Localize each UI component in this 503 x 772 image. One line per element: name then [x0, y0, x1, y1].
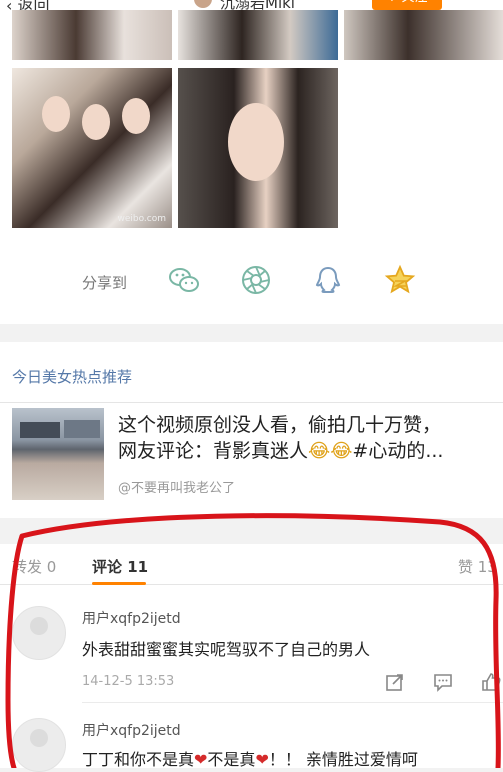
- heart-icon: ❤: [194, 750, 208, 769]
- photo-face: [82, 104, 110, 140]
- photo-face: [228, 103, 284, 181]
- avatar[interactable]: [12, 718, 66, 772]
- hot-item-line1: 这个视频原创没人看，偷拍几十万赞，: [118, 414, 442, 436]
- avatar[interactable]: [12, 606, 66, 660]
- section-divider: [0, 324, 503, 342]
- hot-item-source[interactable]: @不要再叫我老公了: [118, 477, 235, 496]
- qzone-icon[interactable]: [384, 264, 416, 296]
- hot-item-line2: 网友评论：背影真迷人😂😂#心动的...: [118, 438, 494, 464]
- tab-likes[interactable]: 赞 13: [458, 556, 497, 577]
- top-bar: ‹ 返回 沉溺岩Miki + 关注: [0, 0, 503, 10]
- photo-face: [122, 98, 150, 134]
- photo-thumbnail[interactable]: weibo.com: [12, 68, 172, 228]
- active-tab-indicator: [92, 582, 146, 585]
- share-label: 分享到: [82, 274, 128, 292]
- comment-item: 用户xqfp2ijetd 丁丁和你不是真❤不是真❤！！ 亲情胜过爱情呵: [0, 706, 503, 772]
- photo-watermark: weibo.com: [117, 214, 166, 224]
- follow-button[interactable]: + 关注: [372, 0, 442, 10]
- comment-text: 丁丁和你不是真❤不是真❤！！ 亲情胜过爱情呵: [82, 746, 418, 770]
- comment-text: 外表甜甜蜜蜜其实呢驾驭不了自己的男人: [82, 640, 371, 659]
- photo-grid: weibo.com: [0, 10, 503, 234]
- heart-icon: ❤: [255, 750, 269, 769]
- comment-timestamp: 14-12-5 13:53: [82, 674, 175, 689]
- photo-thumbnail[interactable]: [178, 10, 338, 60]
- thumbnail-car: [20, 422, 60, 438]
- divider: [82, 702, 503, 703]
- tab-repost[interactable]: 转发 0: [12, 556, 56, 577]
- comment-item: 用户xqfp2ijetd 外表甜甜蜜蜜其实呢驾驭不了自己的男人 14-12-5 …: [0, 592, 503, 702]
- author-avatar[interactable]: [194, 0, 212, 8]
- qq-icon[interactable]: [312, 264, 344, 296]
- hot-item-line2-text: 网友评论：背影真迷人: [118, 440, 309, 462]
- reply-icon[interactable]: [433, 672, 453, 692]
- hot-section-title[interactable]: 今日美女热点推荐: [12, 366, 132, 387]
- back-button[interactable]: ‹ 返回: [6, 0, 50, 10]
- hot-item-title[interactable]: 这个视频原创没人看，偷拍几十万赞， 网友评论：背影真迷人😂😂#心动的...: [118, 412, 494, 464]
- divider: [0, 402, 503, 403]
- share-bar: 分享到: [0, 234, 503, 324]
- back-label: 返回: [17, 0, 50, 10]
- hot-item-thumbnail[interactable]: [12, 408, 104, 500]
- laugh-emoji-icon: 😂😂: [308, 440, 353, 462]
- photo-face: [42, 96, 70, 132]
- comment-tabs: 转发 0 评论 11 赞 13: [0, 544, 503, 585]
- section-divider: [0, 518, 503, 544]
- comment-text-part: 不是真: [207, 750, 256, 769]
- like-thumb-icon[interactable]: [481, 672, 501, 692]
- chevron-left-icon: ‹: [6, 0, 13, 10]
- comment-username[interactable]: 用户xqfp2ijetd: [82, 608, 181, 628]
- repost-icon[interactable]: [385, 672, 405, 692]
- photo-thumbnail[interactable]: [178, 68, 338, 228]
- wechat-icon[interactable]: [168, 264, 200, 296]
- page-title: 沉溺岩Miki: [220, 0, 295, 10]
- photo-thumbnail[interactable]: [12, 10, 172, 60]
- hot-recommendations: 今日美女热点推荐 这个视频原创没人看，偷拍几十万赞， 网友评论：背影真迷人😂😂#…: [0, 342, 503, 518]
- comments-section: 转发 0 评论 11 赞 13 用户xqfp2ijetd 外表甜甜蜜蜜其实呢驾驭…: [0, 544, 503, 772]
- comment-text-part: 丁丁和你不是真: [82, 750, 195, 769]
- photo-thumbnail[interactable]: [344, 10, 503, 60]
- moments-icon[interactable]: [240, 264, 272, 296]
- tab-comments[interactable]: 评论 11: [92, 556, 148, 577]
- comment-text-part: ！！ 亲情胜过爱情呵: [268, 750, 418, 769]
- hot-item-hashtag: #心动的...: [352, 440, 444, 462]
- comment-username[interactable]: 用户xqfp2ijetd: [82, 720, 181, 740]
- thumbnail-car: [64, 420, 100, 438]
